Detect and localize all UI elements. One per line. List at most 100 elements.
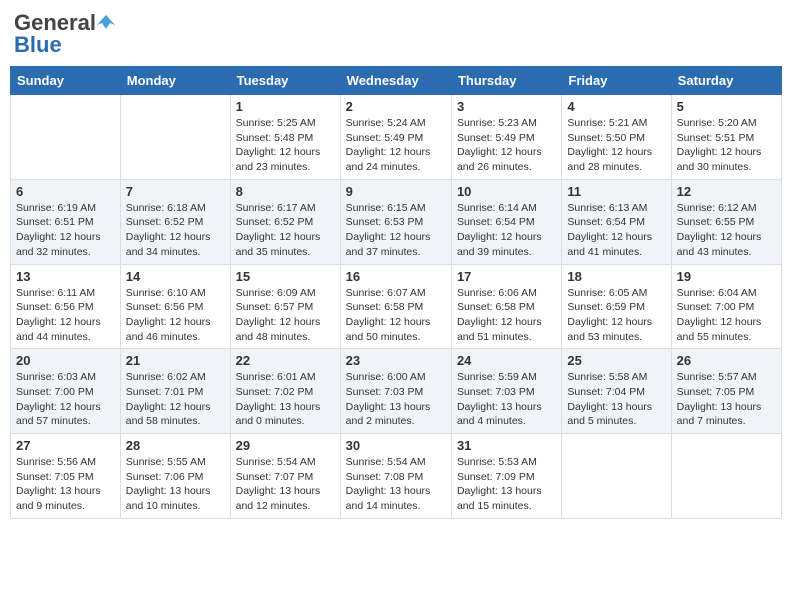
weekday-header-wednesday: Wednesday xyxy=(340,67,451,95)
calendar-week-row: 13Sunrise: 6:11 AMSunset: 6:56 PMDayligh… xyxy=(11,264,782,349)
day-info: Sunrise: 6:14 AMSunset: 6:54 PMDaylight:… xyxy=(457,201,556,260)
calendar-cell: 4Sunrise: 5:21 AMSunset: 5:50 PMDaylight… xyxy=(562,95,671,180)
day-number: 3 xyxy=(457,99,556,114)
day-info: Sunrise: 5:59 AMSunset: 7:03 PMDaylight:… xyxy=(457,370,556,429)
calendar-cell: 19 Sunrise: 6:04 AMSunset: 7:00 PMDayligh… xyxy=(671,264,781,349)
calendar-cell: 9 Sunrise: 6:15 AMSunset: 6:53 PMDaylight… xyxy=(340,179,451,264)
day-number: 26 xyxy=(677,353,776,368)
day-number: 7 xyxy=(126,184,225,199)
calendar-cell xyxy=(562,434,671,519)
calendar-cell: 14 Sunrise: 6:10 AMSunset: 6:56 PMDayligh… xyxy=(120,264,230,349)
calendar-cell: 3 Sunrise: 5:23 AMSunset: 5:49 PMDaylight… xyxy=(451,95,561,180)
day-number: 1 xyxy=(236,99,335,114)
calendar-cell: 10 Sunrise: 6:14 AMSunset: 6:54 PMDayligh… xyxy=(451,179,561,264)
logo: General Blue xyxy=(14,10,115,58)
day-number: 25 xyxy=(567,353,665,368)
day-number: 14 xyxy=(126,269,225,284)
day-number: 8 xyxy=(236,184,335,199)
calendar-week-row: 20 Sunrise: 6:03 AMSunset: 7:00 PMDayligh… xyxy=(11,349,782,434)
calendar-cell: 7 Sunrise: 6:18 AMSunset: 6:52 PMDaylight… xyxy=(120,179,230,264)
day-number: 6 xyxy=(16,184,115,199)
calendar-cell: 30 Sunrise: 5:54 AMSunset: 7:08 PMDayligh… xyxy=(340,434,451,519)
day-number: 21 xyxy=(126,353,225,368)
weekday-header-sunday: Sunday xyxy=(11,67,121,95)
day-info: Sunrise: 6:09 AMSunset: 6:57 PMDaylight:… xyxy=(236,286,335,345)
day-info: Sunrise: 5:23 AMSunset: 5:49 PMDaylight:… xyxy=(457,116,556,175)
logo-blue-text: Blue xyxy=(14,32,62,58)
calendar-header-row: SundayMondayTuesdayWednesdayThursdayFrid… xyxy=(11,67,782,95)
day-number: 28 xyxy=(126,438,225,453)
day-info: Sunrise: 5:56 AMSunset: 7:05 PMDaylight:… xyxy=(16,455,115,514)
calendar-cell: 1 Sunrise: 5:25 AMSunset: 5:48 PMDaylight… xyxy=(230,95,340,180)
day-info: Sunrise: 6:19 AMSunset: 6:51 PMDaylight:… xyxy=(16,201,115,260)
day-number: 12 xyxy=(677,184,776,199)
weekday-header-saturday: Saturday xyxy=(671,67,781,95)
day-number: 2 xyxy=(346,99,446,114)
calendar-cell: 17 Sunrise: 6:06 AMSunset: 6:58 PMDayligh… xyxy=(451,264,561,349)
day-info: Sunrise: 5:54 AMSunset: 7:07 PMDaylight:… xyxy=(236,455,335,514)
calendar-table: SundayMondayTuesdayWednesdayThursdayFrid… xyxy=(10,66,782,519)
calendar-cell: 24Sunrise: 5:59 AMSunset: 7:03 PMDayligh… xyxy=(451,349,561,434)
calendar-cell xyxy=(671,434,781,519)
day-info: Sunrise: 5:24 AMSunset: 5:49 PMDaylight:… xyxy=(346,116,446,175)
day-number: 23 xyxy=(346,353,446,368)
day-info: Sunrise: 6:03 AMSunset: 7:00 PMDaylight:… xyxy=(16,370,115,429)
day-number: 19 xyxy=(677,269,776,284)
calendar-cell: 16Sunrise: 6:07 AMSunset: 6:58 PMDayligh… xyxy=(340,264,451,349)
day-info: Sunrise: 6:10 AMSunset: 6:56 PMDaylight:… xyxy=(126,286,225,345)
calendar-cell: 13Sunrise: 6:11 AMSunset: 6:56 PMDayligh… xyxy=(11,264,121,349)
logo-bird-icon xyxy=(97,13,115,31)
calendar-cell: 20 Sunrise: 6:03 AMSunset: 7:00 PMDayligh… xyxy=(11,349,121,434)
day-info: Sunrise: 6:15 AMSunset: 6:53 PMDaylight:… xyxy=(346,201,446,260)
day-info: Sunrise: 6:13 AMSunset: 6:54 PMDaylight:… xyxy=(567,201,665,260)
day-info: Sunrise: 6:07 AMSunset: 6:58 PMDaylight:… xyxy=(346,286,446,345)
calendar-cell: 27 Sunrise: 5:56 AMSunset: 7:05 PMDayligh… xyxy=(11,434,121,519)
day-number: 11 xyxy=(567,184,665,199)
day-info: Sunrise: 6:02 AMSunset: 7:01 PMDaylight:… xyxy=(126,370,225,429)
calendar-cell: 18Sunrise: 6:05 AMSunset: 6:59 PMDayligh… xyxy=(562,264,671,349)
weekday-header-thursday: Thursday xyxy=(451,67,561,95)
calendar-cell: 25 Sunrise: 5:58 AMSunset: 7:04 PMDayligh… xyxy=(562,349,671,434)
calendar-cell xyxy=(120,95,230,180)
day-info: Sunrise: 5:53 AMSunset: 7:09 PMDaylight:… xyxy=(457,455,556,514)
day-info: Sunrise: 5:20 AMSunset: 5:51 PMDaylight:… xyxy=(677,116,776,175)
calendar-cell xyxy=(11,95,121,180)
day-info: Sunrise: 6:06 AMSunset: 6:58 PMDaylight:… xyxy=(457,286,556,345)
day-number: 31 xyxy=(457,438,556,453)
weekday-header-monday: Monday xyxy=(120,67,230,95)
calendar-week-row: 27 Sunrise: 5:56 AMSunset: 7:05 PMDayligh… xyxy=(11,434,782,519)
day-info: Sunrise: 5:55 AMSunset: 7:06 PMDaylight:… xyxy=(126,455,225,514)
day-number: 29 xyxy=(236,438,335,453)
day-info: Sunrise: 6:12 AMSunset: 6:55 PMDaylight:… xyxy=(677,201,776,260)
calendar-cell: 23 Sunrise: 6:00 AMSunset: 7:03 PMDayligh… xyxy=(340,349,451,434)
calendar-cell: 22 Sunrise: 6:01 AMSunset: 7:02 PMDayligh… xyxy=(230,349,340,434)
day-number: 18 xyxy=(567,269,665,284)
calendar-week-row: 1 Sunrise: 5:25 AMSunset: 5:48 PMDaylight… xyxy=(11,95,782,180)
day-number: 9 xyxy=(346,184,446,199)
day-info: Sunrise: 6:18 AMSunset: 6:52 PMDaylight:… xyxy=(126,201,225,260)
day-info: Sunrise: 5:57 AMSunset: 7:05 PMDaylight:… xyxy=(677,370,776,429)
day-number: 30 xyxy=(346,438,446,453)
day-info: Sunrise: 5:25 AMSunset: 5:48 PMDaylight:… xyxy=(236,116,335,175)
day-number: 4 xyxy=(567,99,665,114)
day-number: 20 xyxy=(16,353,115,368)
day-info: Sunrise: 6:01 AMSunset: 7:02 PMDaylight:… xyxy=(236,370,335,429)
day-number: 5 xyxy=(677,99,776,114)
day-info: Sunrise: 5:58 AMSunset: 7:04 PMDaylight:… xyxy=(567,370,665,429)
day-number: 27 xyxy=(16,438,115,453)
day-number: 22 xyxy=(236,353,335,368)
day-number: 15 xyxy=(236,269,335,284)
day-info: Sunrise: 5:54 AMSunset: 7:08 PMDaylight:… xyxy=(346,455,446,514)
calendar-cell: 21 Sunrise: 6:02 AMSunset: 7:01 PMDayligh… xyxy=(120,349,230,434)
day-number: 17 xyxy=(457,269,556,284)
calendar-cell: 6 Sunrise: 6:19 AMSunset: 6:51 PMDaylight… xyxy=(11,179,121,264)
calendar-cell: 2 Sunrise: 5:24 AMSunset: 5:49 PMDaylight… xyxy=(340,95,451,180)
day-number: 10 xyxy=(457,184,556,199)
calendar-cell: 8 Sunrise: 6:17 AMSunset: 6:52 PMDaylight… xyxy=(230,179,340,264)
calendar-cell: 29 Sunrise: 5:54 AMSunset: 7:07 PMDayligh… xyxy=(230,434,340,519)
day-info: Sunrise: 6:04 AMSunset: 7:00 PMDaylight:… xyxy=(677,286,776,345)
day-number: 13 xyxy=(16,269,115,284)
calendar-cell: 15 Sunrise: 6:09 AMSunset: 6:57 PMDayligh… xyxy=(230,264,340,349)
day-info: Sunrise: 6:00 AMSunset: 7:03 PMDaylight:… xyxy=(346,370,446,429)
day-info: Sunrise: 6:17 AMSunset: 6:52 PMDaylight:… xyxy=(236,201,335,260)
